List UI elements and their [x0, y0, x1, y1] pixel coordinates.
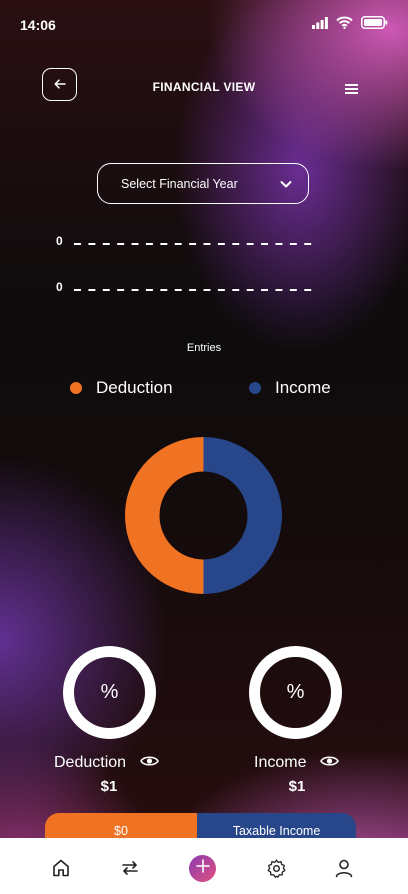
chevron-down-icon	[280, 178, 292, 192]
add-icon	[195, 859, 210, 878]
axis-row-top: 0	[56, 233, 318, 249]
deduction-percent-ring: %	[63, 646, 156, 739]
income-percent-symbol: %	[286, 681, 305, 703]
legend-dot-deduction	[70, 382, 82, 394]
income-value: $1	[288, 778, 306, 795]
profile-icon[interactable]	[332, 856, 356, 880]
add-button[interactable]	[189, 855, 216, 882]
eye-icon[interactable]	[140, 754, 159, 772]
legend-item-income: Income	[249, 378, 331, 398]
income-label-row: Income	[254, 754, 340, 772]
wifi-icon	[336, 16, 353, 34]
deduction-label: Deduction	[54, 754, 127, 771]
eye-icon[interactable]	[320, 754, 340, 772]
income-label: Income	[254, 754, 307, 771]
axis-dashed-line	[74, 243, 318, 245]
axis-label-bottom: 0	[56, 280, 63, 294]
deduction-label-row: Deduction	[54, 754, 159, 772]
legend-dot-income	[249, 382, 261, 394]
axis-row-bottom: 0	[56, 279, 318, 295]
transfer-icon[interactable]	[118, 856, 142, 880]
axis-dashed-line	[74, 289, 318, 291]
settings-icon[interactable]	[264, 856, 288, 880]
donut-chart	[125, 437, 282, 594]
home-icon[interactable]	[49, 856, 73, 880]
income-percent-ring: %	[249, 646, 342, 739]
donut-slice-income	[203, 437, 282, 594]
status-time: 14:06	[20, 17, 56, 33]
legend-label-deduction: Deduction	[96, 378, 173, 397]
legend-label-income: Income	[275, 378, 331, 397]
deduction-value: $1	[100, 778, 118, 795]
deduction-percent-symbol: %	[100, 681, 119, 703]
financial-year-select[interactable]: Select Financial Year	[97, 163, 309, 204]
menu-icon	[345, 82, 359, 99]
legend-item-deduction: Deduction	[70, 378, 173, 398]
axis-label-top: 0	[56, 234, 63, 248]
donut-slice-deduction	[125, 437, 204, 594]
battery-icon	[361, 16, 388, 34]
bottom-nav	[0, 838, 408, 894]
financial-year-select-label: Select Financial Year	[121, 176, 238, 191]
status-bar: 14:06	[0, 0, 408, 48]
menu-button[interactable]	[345, 82, 361, 96]
chart-title: Entries	[186, 342, 222, 354]
status-icons	[312, 16, 388, 34]
signal-icon	[312, 16, 328, 34]
